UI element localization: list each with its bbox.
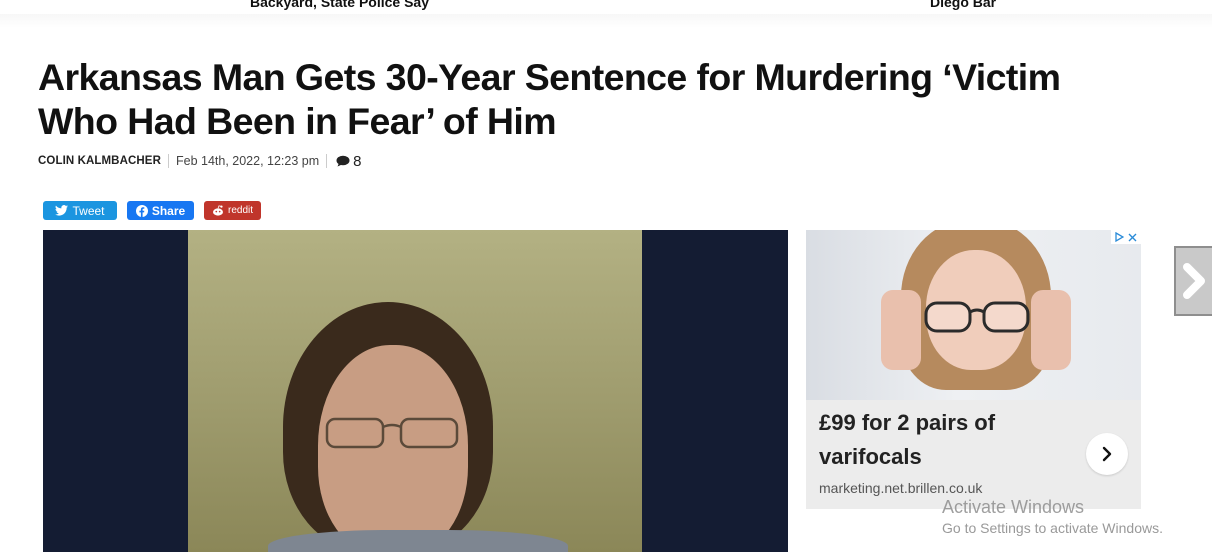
article-featured-image [43, 230, 788, 552]
tweet-label: Tweet [72, 203, 105, 218]
photo-shirt [268, 530, 568, 552]
twitter-bird-icon [55, 205, 69, 216]
related-headline-link[interactable]: Diego Bar [930, 0, 996, 10]
ad-hand-left [881, 290, 921, 370]
article-title: Arkansas Man Gets 30-Year Sentence for M… [38, 56, 1061, 142]
comment-count: 8 [353, 152, 362, 170]
reddit-alien-icon [212, 205, 223, 216]
chevron-right-icon [1183, 263, 1205, 299]
article-meta: COLIN KALMBACHER Feb 14th, 2022, 12:23 p… [38, 152, 362, 170]
ad-hand-right [1031, 290, 1071, 370]
tweet-button[interactable]: Tweet [43, 201, 117, 220]
publish-date: Feb 14th, 2022, 12:23 pm [175, 154, 320, 168]
photo-glasses [325, 417, 459, 449]
ad-image [806, 230, 1141, 400]
ad-text-panel[interactable]: £99 for 2 pairs of varifocals marketing.… [806, 400, 1141, 509]
ad-eyeglasses [924, 301, 1030, 333]
comment-bubble-icon [336, 155, 350, 167]
meta-divider [167, 154, 169, 168]
ad-headline[interactable]: £99 for 2 pairs of varifocals [819, 406, 1059, 474]
next-article-button[interactable] [1174, 246, 1212, 316]
advertisement[interactable]: £99 for 2 pairs of varifocals marketing.… [806, 230, 1141, 509]
facebook-icon [135, 204, 148, 217]
activate-windows-subtitle: Go to Settings to activate Windows. [942, 520, 1163, 536]
mugshot-photo [188, 230, 642, 552]
author-link[interactable]: COLIN KALMBACHER [38, 155, 161, 167]
reddit-label: reddit [227, 205, 253, 216]
activate-windows-title: Activate Windows [942, 497, 1085, 517]
share-buttons: Tweet Share reddit [43, 201, 261, 220]
close-icon[interactable] [1128, 233, 1137, 242]
ad-controls[interactable] [1111, 230, 1141, 244]
meta-divider [326, 154, 328, 168]
related-headlines-strip: Backyard, State Police Say Diego Bar [0, 0, 1212, 14]
header-divider [0, 14, 1212, 28]
chevron-right-icon [1102, 446, 1112, 462]
facebook-share-label: Share [151, 203, 186, 218]
ad-next-button[interactable] [1086, 433, 1128, 475]
related-headline-link[interactable]: Backyard, State Police Say [250, 0, 429, 10]
reddit-share-button[interactable]: reddit [204, 201, 261, 220]
adchoices-icon[interactable] [1115, 232, 1124, 242]
facebook-share-button[interactable]: Share [127, 201, 194, 220]
comments-link[interactable]: 8 [336, 152, 362, 170]
ad-domain: marketing.net.brillen.co.uk [819, 480, 983, 496]
